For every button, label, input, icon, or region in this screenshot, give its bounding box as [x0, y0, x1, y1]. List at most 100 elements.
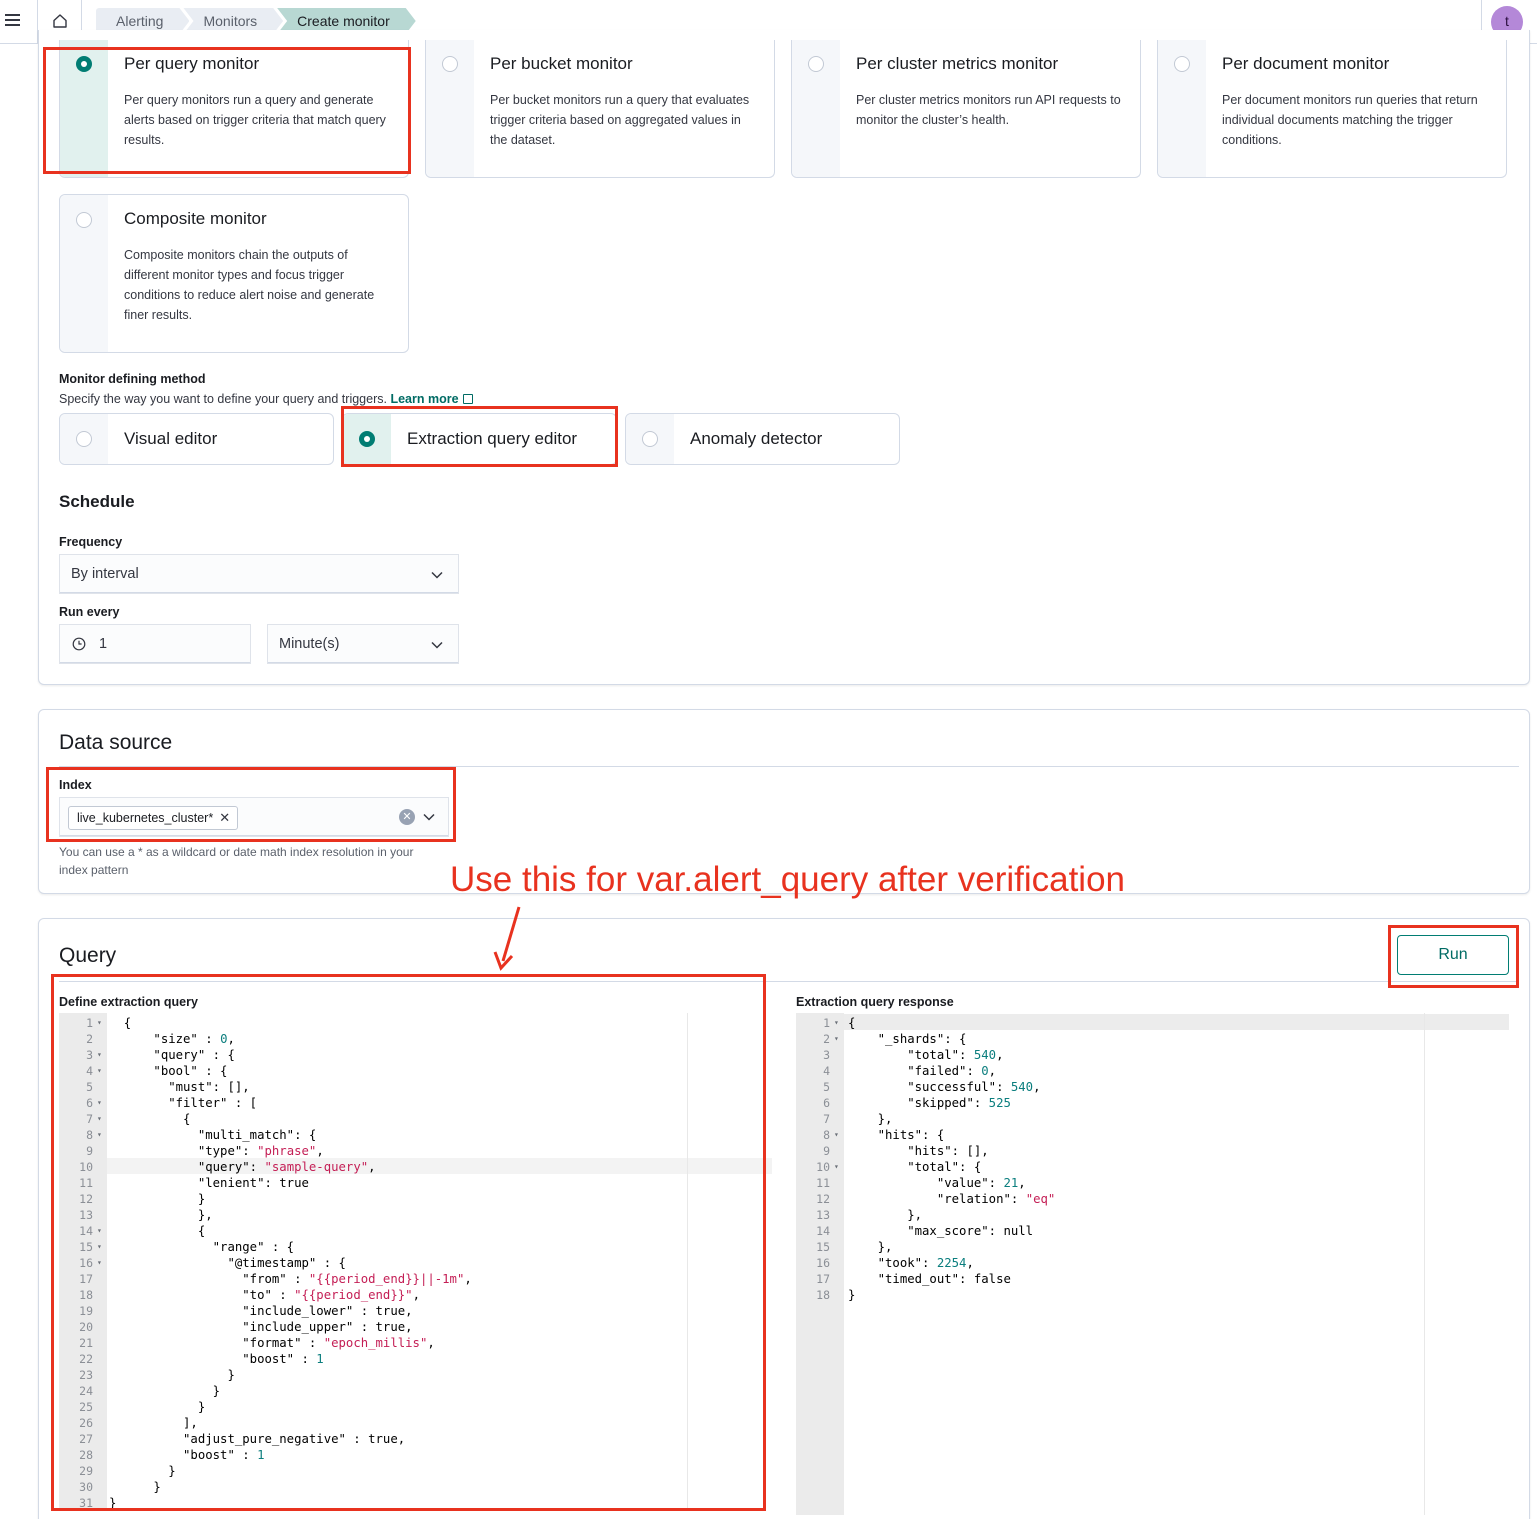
line-number: 10	[816, 1160, 830, 1174]
run-every-label: Run every	[59, 605, 120, 619]
external-link-icon	[462, 394, 473, 404]
run-every-unit-select[interactable]: Minute(s)	[267, 624, 459, 664]
code-line: 10 ▾ "total": {	[796, 1159, 1509, 1175]
code-text: "value": 21,	[848, 1176, 1026, 1190]
monitor-type-desc: Per document monitors run queries that r…	[1222, 93, 1478, 147]
code-line: 11 "value": 21,	[796, 1175, 1509, 1191]
code-line: 16 "took": 2254,	[796, 1255, 1509, 1271]
monitor-type-title: Composite monitor	[124, 209, 267, 228]
radio-per-document[interactable]	[1174, 56, 1190, 72]
annotation-text: Use this for var.alert_query after verif…	[450, 860, 1126, 899]
code-text: "hits": {	[848, 1128, 945, 1142]
method-title: Anomaly detector	[690, 429, 823, 448]
method-anomaly-detector[interactable]: Anomaly detector	[625, 413, 900, 465]
code-line: 13 },	[796, 1207, 1509, 1223]
code-text: }	[848, 1288, 856, 1302]
line-number: 5	[823, 1080, 830, 1094]
highlight-define-query	[51, 974, 766, 1511]
monitor-type-desc: Composite monitors chain the outputs of …	[124, 248, 375, 322]
highlight-index	[46, 767, 456, 842]
line-number: 13	[816, 1208, 830, 1222]
fold-toggle-icon[interactable]: ▾	[834, 1159, 839, 1175]
run-every-unit-value: Minute(s)	[279, 636, 340, 652]
radio-visual-editor[interactable]	[76, 431, 92, 447]
annotation-arrow-icon	[493, 906, 521, 971]
data-source-title: Data source	[59, 731, 173, 754]
defining-method-help: Specify the way you want to define your …	[59, 392, 473, 406]
radio-per-bucket[interactable]	[442, 56, 458, 72]
fold-toggle-icon[interactable]: ▾	[834, 1031, 839, 1047]
code-line: 7 },	[796, 1111, 1509, 1127]
monitor-type-title: Per cluster metrics monitor	[856, 54, 1059, 73]
code-line: 17 "timed_out": false	[796, 1271, 1509, 1287]
run-every-value: 1	[99, 636, 108, 652]
monitor-type-title: Per document monitor	[1222, 54, 1390, 73]
chevron-down-icon	[431, 641, 443, 649]
code-line: 4 "failed": 0,	[796, 1063, 1509, 1079]
code-text: },	[848, 1240, 893, 1254]
monitor-type-title: Per bucket monitor	[490, 54, 633, 73]
line-number: 1	[823, 1016, 830, 1030]
frequency-label: Frequency	[59, 535, 123, 549]
code-text: "skipped": 525	[848, 1096, 1011, 1110]
code-line: 14 "max_score": null	[796, 1223, 1509, 1239]
line-number: 2	[823, 1032, 830, 1046]
code-line: 3 "total": 540,	[796, 1047, 1509, 1063]
line-number: 11	[816, 1176, 830, 1190]
chevron-down-icon	[431, 571, 443, 579]
defining-method-help-text: Specify the way you want to define your …	[59, 392, 387, 406]
line-number: 6	[823, 1096, 830, 1110]
code-line: 12 "relation": "eq"	[796, 1191, 1509, 1207]
line-number: 14	[816, 1224, 830, 1238]
menu-icon[interactable]	[0, 0, 38, 44]
code-text: {	[848, 1016, 856, 1030]
fold-toggle-icon[interactable]: ▾	[834, 1127, 839, 1143]
fold-toggle-icon[interactable]: ▾	[834, 1015, 839, 1031]
schedule-title: Schedule	[59, 492, 135, 511]
code-text: "_shards": {	[848, 1032, 967, 1046]
code-line: 15 },	[796, 1239, 1509, 1255]
monitor-type-desc: Per bucket monitors run a query that eva…	[490, 93, 750, 147]
query-title: Query	[59, 944, 117, 967]
line-number: 8	[823, 1128, 830, 1142]
code-text: "timed_out": false	[848, 1272, 1011, 1286]
line-number: 18	[816, 1288, 830, 1302]
clock-icon	[72, 637, 86, 651]
code-text: },	[848, 1208, 923, 1222]
code-line: 9 "hits": [],	[796, 1143, 1509, 1159]
line-number: 7	[823, 1112, 830, 1126]
line-number: 15	[816, 1240, 830, 1254]
response-editor: 1 ▾{2 ▾ "_shards": {3 "total": 540, 4 "fail…	[796, 1013, 1509, 1515]
code-line: 1 ▾ {	[796, 1015, 1509, 1031]
line-number: 17	[816, 1272, 830, 1286]
code-line: 2 ▾ "_shards": {	[796, 1031, 1509, 1047]
highlight-extraction-editor	[341, 406, 618, 467]
line-number: 3	[823, 1048, 830, 1062]
frequency-select[interactable]: By interval	[59, 554, 459, 594]
line-number: 4	[823, 1064, 830, 1078]
method-title: Visual editor	[124, 429, 218, 448]
monitor-type-per-cluster-metrics[interactable]: Per cluster metrics monitor Per cluster …	[791, 40, 1141, 178]
line-number: 16	[816, 1256, 830, 1270]
radio-composite[interactable]	[76, 212, 92, 228]
code-text: "total": 540,	[848, 1048, 1004, 1062]
radio-anomaly-detector[interactable]	[642, 431, 658, 447]
monitor-type-per-bucket[interactable]: Per bucket monitor Per bucket monitors r…	[425, 40, 775, 178]
radio-per-cluster-metrics[interactable]	[808, 56, 824, 72]
code-text: "successful": 540,	[848, 1080, 1041, 1094]
highlight-run-button	[1388, 925, 1519, 988]
monitor-type-composite[interactable]: Composite monitor Composite monitors cha…	[59, 194, 409, 353]
line-number: 9	[823, 1144, 830, 1158]
response-label: Extraction query response	[796, 995, 954, 1009]
run-every-input[interactable]: 1	[59, 624, 251, 664]
code-text: "took": 2254,	[848, 1256, 974, 1270]
learn-more-link[interactable]: Learn more	[390, 392, 458, 406]
code-line: 18}	[796, 1287, 1509, 1303]
code-text: "max_score": null	[848, 1224, 1034, 1238]
method-visual-editor[interactable]: Visual editor	[59, 413, 334, 465]
highlight-per-query	[43, 47, 411, 174]
code-text: "relation": "eq"	[848, 1192, 1056, 1206]
code-line: 6 "skipped": 525	[796, 1095, 1509, 1111]
code-line: 8 ▾ "hits": {	[796, 1127, 1509, 1143]
monitor-type-per-document[interactable]: Per document monitor Per document monito…	[1157, 40, 1507, 178]
